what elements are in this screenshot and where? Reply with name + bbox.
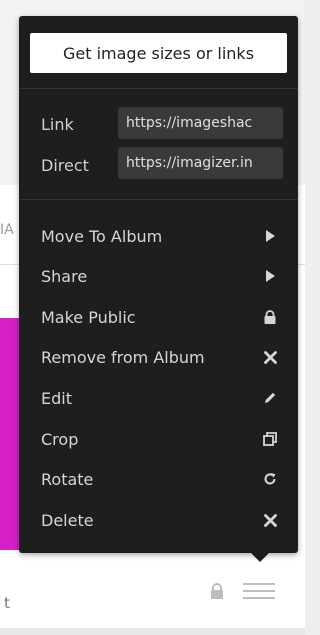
menu-item-label: Edit — [41, 388, 72, 408]
direct-label: Direct — [41, 156, 89, 175]
menu-item-edit[interactable]: Edit — [19, 378, 298, 418]
menu-item-label: Delete — [41, 510, 94, 530]
menu-item-label: Share — [41, 266, 88, 286]
caret-right-icon — [262, 228, 278, 244]
menu-separator — [19, 88, 298, 89]
rotate-icon — [262, 471, 278, 487]
menu-item-label: Rotate — [41, 469, 94, 489]
lock-icon — [210, 583, 224, 599]
menu-item-make-public[interactable]: Make Public — [19, 297, 298, 337]
menu-item-remove-from-album[interactable]: Remove from Album — [19, 337, 298, 377]
menu-item-delete[interactable]: Delete — [19, 500, 298, 540]
menu-item-crop[interactable]: Crop — [19, 419, 298, 459]
menu-item-label: Make Public — [41, 307, 136, 327]
pencil-icon — [262, 390, 278, 406]
menu-item-move-to-album[interactable]: Move To Album — [19, 216, 298, 256]
hamburger-line — [243, 583, 275, 585]
caret-right-icon — [262, 268, 278, 284]
hamburger-line — [243, 597, 275, 599]
menu-separator — [19, 199, 298, 200]
menu-item-rotate[interactable]: Rotate — [19, 459, 298, 499]
close-icon — [262, 512, 278, 528]
menu-item-share[interactable]: Share — [19, 256, 298, 296]
menu-item-label: Move To Album — [41, 226, 163, 246]
menu-pointer-arrow — [251, 553, 269, 562]
get-image-sizes-button[interactable]: Get image sizes or links — [30, 33, 287, 73]
page-bottom-edge — [0, 628, 305, 635]
close-icon — [262, 349, 278, 365]
lock-icon — [262, 309, 278, 325]
link-url-field[interactable] — [118, 107, 283, 139]
hamburger-menu-button[interactable] — [240, 576, 278, 606]
link-label: Link — [41, 115, 74, 134]
hamburger-line — [243, 590, 275, 592]
image-options-menu: Get image sizes or links Link Direct Mov… — [19, 16, 298, 553]
direct-url-field[interactable] — [118, 147, 283, 179]
partial-heading-text: IA — [0, 222, 14, 238]
crop-icon — [262, 431, 278, 447]
image-caption: t — [4, 594, 10, 612]
menu-item-label: Remove from Album — [41, 347, 205, 367]
menu-item-label: Crop — [41, 429, 79, 449]
